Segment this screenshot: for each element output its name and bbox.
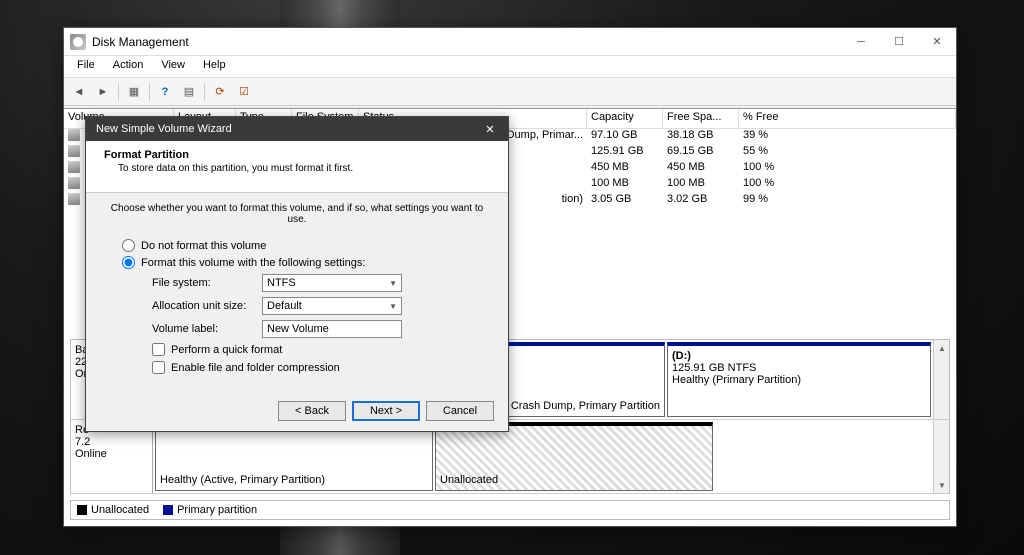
scrollbar[interactable]: ▼ xyxy=(933,420,949,493)
col-freespace[interactable]: Free Spa... xyxy=(663,109,739,128)
wizard-title: New Simple Volume Wizard xyxy=(96,123,232,135)
maximize-button[interactable]: ☐ xyxy=(880,28,918,56)
option-do-not-format[interactable]: Do not format this volume xyxy=(122,239,486,252)
menu-action[interactable]: Action xyxy=(104,56,153,77)
window-title: Disk Management xyxy=(92,35,189,49)
wizard-title-bar[interactable]: New Simple Volume Wizard ✕ xyxy=(86,117,508,141)
menu-help[interactable]: Help xyxy=(194,56,235,77)
list-icon[interactable]: ▤ xyxy=(178,81,200,103)
back-icon[interactable]: ◄ xyxy=(68,81,90,103)
back-button[interactable]: < Back xyxy=(278,401,346,421)
wizard-subtitle: To store data on this partition, you mus… xyxy=(104,161,490,174)
filesystem-select[interactable]: NTFS ▼ xyxy=(262,274,402,292)
volume-icon xyxy=(68,161,80,173)
grid-icon[interactable]: ▦ xyxy=(123,81,145,103)
menu-view[interactable]: View xyxy=(152,56,194,77)
volume-icon xyxy=(68,193,80,205)
toolbar: ◄ ► ▦ ? ▤ ⟳ ☑ xyxy=(64,78,956,106)
volume-icon xyxy=(68,177,80,189)
legend-unallocated: Unallocated xyxy=(77,504,149,516)
scrollbar[interactable]: ▲ xyxy=(933,340,949,419)
volume-icon xyxy=(68,145,80,157)
allocation-unit-label: Allocation unit size: xyxy=(152,300,262,312)
wizard-body: Choose whether you want to format this v… xyxy=(86,193,508,387)
cancel-button[interactable]: Cancel xyxy=(426,401,494,421)
col-capacity[interactable]: Capacity xyxy=(587,109,663,128)
forward-icon[interactable]: ► xyxy=(92,81,114,103)
minimize-button[interactable]: ─ xyxy=(842,28,880,56)
allocation-unit-select[interactable]: Default ▼ xyxy=(262,297,402,315)
chevron-down-icon: ▼ xyxy=(389,302,397,311)
filesystem-label: File system: xyxy=(152,277,262,289)
volume-icon xyxy=(68,129,80,141)
wizard-close-button[interactable]: ✕ xyxy=(472,117,508,141)
wizard-heading: Format Partition xyxy=(104,149,490,161)
compression-checkbox[interactable]: Enable file and folder compression xyxy=(152,361,486,374)
volume-label-label: Volume label: xyxy=(152,323,262,335)
help-icon[interactable]: ? xyxy=(154,81,176,103)
quick-format-checkbox[interactable]: Perform a quick format xyxy=(152,343,486,356)
legend-primary: Primary partition xyxy=(163,504,257,516)
radio-format[interactable] xyxy=(122,256,135,269)
scroll-down-icon[interactable]: ▼ xyxy=(934,477,950,493)
radio-do-not-format[interactable] xyxy=(122,239,135,252)
new-simple-volume-wizard: New Simple Volume Wizard ✕ Format Partit… xyxy=(85,116,509,432)
next-button[interactable]: Next > xyxy=(352,401,420,421)
app-icon xyxy=(70,34,86,50)
volume-label-input[interactable]: New Volume xyxy=(262,320,402,338)
refresh-icon[interactable]: ⟳ xyxy=(209,81,231,103)
option-format-with-settings[interactable]: Format this volume with the following se… xyxy=(122,256,486,269)
wizard-instruction: Choose whether you want to format this v… xyxy=(108,203,486,225)
wizard-header: Format Partition To store data on this p… xyxy=(86,141,508,193)
partition-unallocated[interactable]: Unallocated xyxy=(435,422,713,491)
close-button[interactable]: ✕ xyxy=(918,28,956,56)
check-icon[interactable]: ☑ xyxy=(233,81,255,103)
menu-file[interactable]: File xyxy=(68,56,104,77)
title-bar[interactable]: Disk Management ─ ☐ ✕ xyxy=(64,28,956,56)
partition-recovery[interactable]: Healthy (Active, Primary Partition) xyxy=(155,422,433,491)
scroll-up-icon[interactable]: ▲ xyxy=(934,340,950,356)
legend: Unallocated Primary partition xyxy=(70,500,950,520)
chevron-down-icon: ▼ xyxy=(389,279,397,288)
col-pctfree[interactable]: % Free xyxy=(739,109,956,128)
menu-bar: File Action View Help xyxy=(64,56,956,78)
partition-d[interactable]: (D:) 125.91 GB NTFS Healthy (Primary Par… xyxy=(667,342,931,417)
